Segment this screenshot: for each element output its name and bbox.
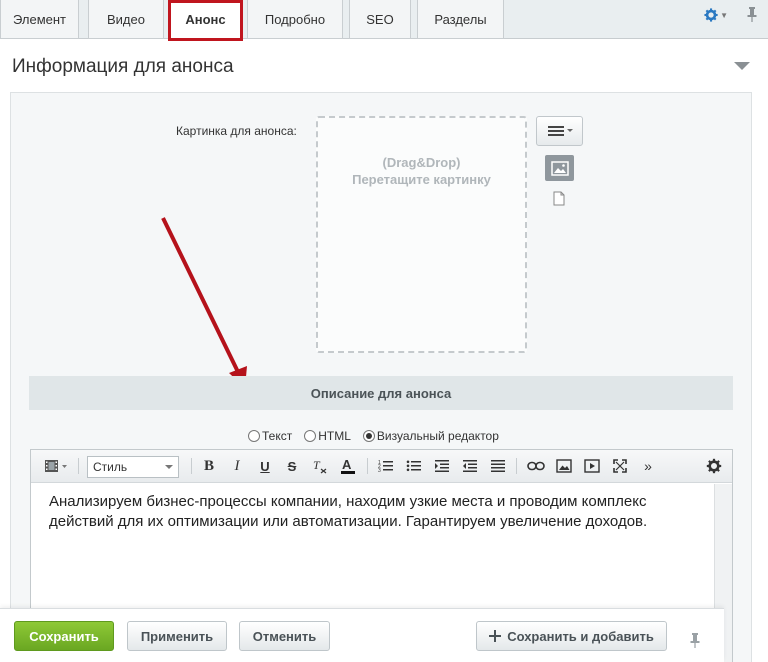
more-icon[interactable]: » bbox=[637, 455, 659, 477]
description-header: Описание для анонса bbox=[29, 376, 733, 410]
image-icon[interactable] bbox=[545, 155, 574, 181]
tab-seo[interactable]: SEO bbox=[349, 0, 411, 39]
editor-content[interactable]: Анализируем бизнес-процессы компании, на… bbox=[49, 492, 714, 532]
cancel-button[interactable]: Отменить bbox=[239, 621, 330, 651]
dropzone-hint: (Drag&Drop) bbox=[382, 155, 461, 170]
clear-format-icon[interactable]: T bbox=[309, 455, 331, 477]
bold-icon[interactable]: B bbox=[198, 455, 220, 477]
mode-label: Текст bbox=[262, 429, 293, 443]
svg-text:A: A bbox=[342, 457, 352, 472]
gear-icon[interactable]: ▼ bbox=[704, 6, 728, 24]
dropzone-hint-text: Перетащите картинку bbox=[352, 172, 491, 187]
strikethrough-icon[interactable]: S bbox=[281, 455, 303, 477]
film-icon[interactable] bbox=[41, 455, 71, 477]
mode-visual-option[interactable]: Визуальный редактор bbox=[362, 429, 499, 443]
radio-html[interactable] bbox=[304, 430, 317, 442]
mode-text-option[interactable]: Текст bbox=[248, 429, 292, 443]
tab-label: Видео bbox=[107, 11, 145, 27]
editor-mode-selector: Текст HTML Визуальный редактор bbox=[248, 428, 511, 444]
plus-icon bbox=[489, 630, 502, 642]
mode-label: Визуальный редактор bbox=[376, 429, 499, 443]
chevron-down-icon bbox=[165, 465, 173, 469]
image-dropzone[interactable]: (Drag&Drop) Перетащите картинку bbox=[316, 116, 527, 353]
align-justify-icon[interactable] bbox=[487, 455, 509, 477]
chevron-down-icon: ▼ bbox=[720, 10, 728, 20]
unordered-list-icon[interactable] bbox=[403, 455, 425, 477]
collapse-arrow-icon[interactable] bbox=[734, 62, 750, 70]
outdent-icon[interactable] bbox=[459, 455, 481, 477]
toolbar-divider bbox=[78, 458, 79, 474]
save-and-add-button[interactable]: Сохранить и добавить bbox=[476, 621, 667, 651]
toolbar-divider bbox=[516, 458, 517, 474]
file-icon[interactable] bbox=[553, 191, 565, 206]
tab-label: Анонс bbox=[185, 11, 226, 27]
tab-details[interactable]: Подробно bbox=[247, 0, 343, 39]
mode-label: HTML bbox=[318, 429, 351, 443]
style-select[interactable]: Стиль bbox=[87, 456, 179, 478]
tab-label: Элемент bbox=[12, 11, 67, 27]
italic-icon[interactable]: I bbox=[226, 455, 248, 477]
mode-html-option[interactable]: HTML bbox=[304, 429, 351, 443]
insert-image-icon[interactable] bbox=[553, 455, 575, 477]
editor-settings-gear-icon[interactable] bbox=[703, 455, 725, 477]
toolbar-divider bbox=[367, 458, 368, 474]
pin-icon[interactable] bbox=[689, 632, 701, 648]
save-button[interactable]: Сохранить bbox=[14, 621, 114, 651]
tab-bar: Элемент Видео Анонс Подробно SEO Разделы… bbox=[0, 0, 768, 41]
menu-icon bbox=[547, 126, 573, 136]
radio-visual[interactable] bbox=[362, 430, 375, 442]
tab-label: Разделы bbox=[434, 11, 487, 27]
tab-label: SEO bbox=[366, 11, 394, 27]
ordered-list-icon[interactable]: 123 bbox=[375, 455, 397, 477]
picture-menu-button[interactable] bbox=[536, 116, 583, 146]
apply-button[interactable]: Применить bbox=[127, 621, 227, 651]
toolbar-divider bbox=[191, 458, 192, 474]
svg-text:3: 3 bbox=[378, 468, 381, 473]
insert-video-icon[interactable] bbox=[581, 455, 603, 477]
pin-icon[interactable] bbox=[746, 6, 762, 24]
style-select-value: Стиль bbox=[93, 460, 128, 474]
tab-element[interactable]: Элемент bbox=[0, 0, 79, 39]
fullscreen-icon[interactable] bbox=[609, 455, 631, 477]
section-title: Информация для анонса bbox=[12, 56, 234, 77]
svg-text:T: T bbox=[313, 458, 321, 472]
tab-label: Подробно bbox=[264, 11, 326, 27]
text-color-icon[interactable]: A bbox=[337, 455, 359, 477]
link-icon[interactable] bbox=[525, 455, 547, 477]
editor-toolbar: Стиль B I U S T A 123 » bbox=[31, 450, 732, 483]
picture-label: Картинка для анонса: bbox=[176, 124, 297, 138]
tab-anons[interactable]: Анонс bbox=[170, 0, 241, 39]
underline-icon[interactable]: U bbox=[254, 455, 276, 477]
radio-text[interactable] bbox=[248, 430, 260, 442]
tab-sections[interactable]: Разделы bbox=[417, 0, 504, 39]
indent-icon[interactable] bbox=[431, 455, 453, 477]
tab-video[interactable]: Видео bbox=[88, 0, 164, 39]
save-and-add-label: Сохранить и добавить bbox=[507, 628, 654, 644]
